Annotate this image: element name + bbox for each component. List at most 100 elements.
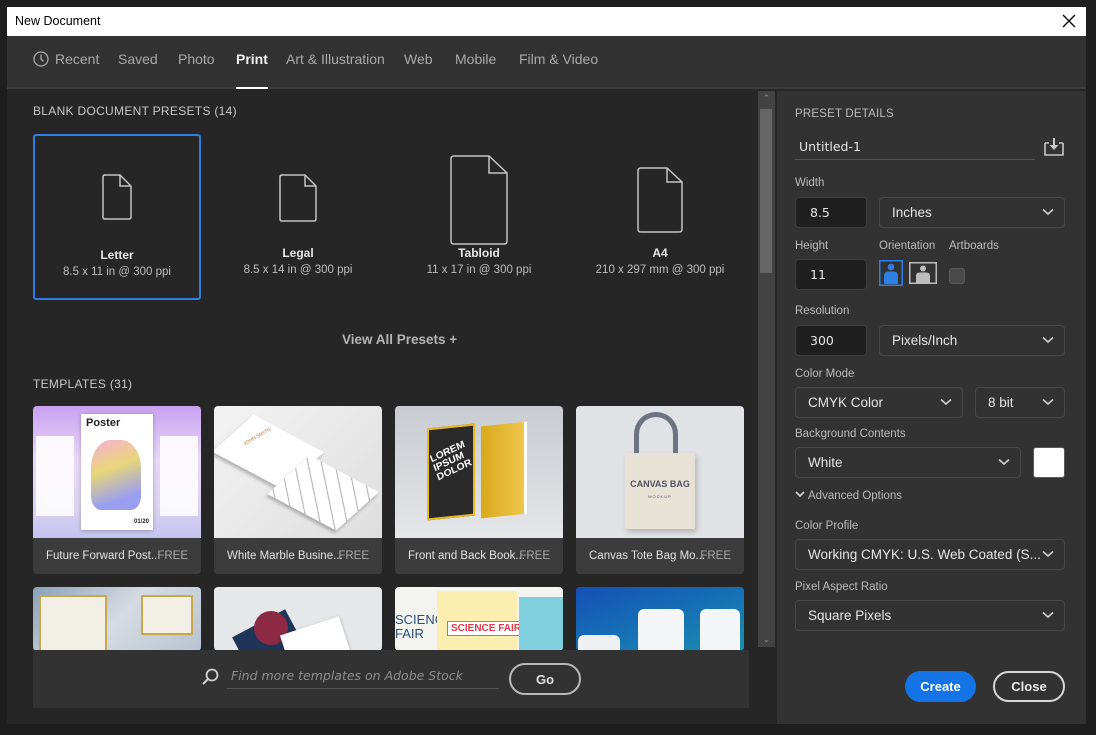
presets-pane: BLANK DOCUMENT PRESETS (14) Letter 8.5 x… [7,91,777,724]
close-window-icon[interactable] [1060,12,1078,30]
background-color-swatch[interactable] [1033,447,1065,478]
advanced-options-label: Advanced Options [808,490,902,502]
template-name: Front and Back Book... [408,550,525,562]
document-icon [637,167,683,233]
scroll-up-icon[interactable]: ⌃ [758,93,775,104]
tab-label: Film & Video [519,51,599,67]
background-contents-select[interactable]: White [795,447,1021,478]
template-thumbnail [214,587,382,651]
tab-label: Art & Illustration [286,51,385,67]
template-price: FREE [338,550,369,562]
advanced-options-toggle[interactable]: Advanced Options [795,490,902,502]
view-all-presets-link[interactable]: View All Presets + [342,332,457,347]
width-unit-select[interactable]: Inches [879,197,1065,228]
thumb-subtitle: MOCKUP [648,494,672,499]
tab-art-illustration[interactable]: Art & Illustration [286,51,385,67]
template-price: FREE [700,550,731,562]
go-button[interactable]: Go [509,663,581,695]
portrait-orientation-button[interactable] [879,260,903,286]
chevron-down-icon [1042,336,1054,344]
width-label: Width [795,177,825,189]
save-preset-icon[interactable] [1043,137,1065,157]
template-card[interactable] [33,587,201,651]
template-thumbnail: JOHN SMITH [214,406,382,538]
resolution-input[interactable] [795,325,867,356]
thumb-title: SCIENCE FAIR [447,621,526,636]
select-value: 8 bit [988,395,1014,410]
pixel-aspect-ratio-label: Pixel Aspect Ratio [795,581,888,593]
presets-count: (14) [214,104,237,118]
presets-heading-text: BLANK DOCUMENT PRESETS [33,104,211,118]
landscape-orientation-button[interactable] [909,262,937,284]
chevron-down-icon [1042,611,1054,619]
tab-label: Web [404,51,433,67]
document-icon [279,174,317,222]
scrollbar-thumb[interactable] [760,109,772,273]
preset-letter[interactable]: Letter 8.5 x 11 in @ 300 ppi [33,134,201,300]
template-footer: Canvas Tote Bag Mo... FREE [576,538,744,574]
pixel-aspect-ratio-select[interactable]: Square Pixels [795,600,1065,631]
template-card[interactable]: SCIENC FAIR SCIENCE FAIR [395,587,563,651]
select-value: Square Pixels [808,608,892,623]
chevron-down-icon [795,491,805,498]
color-profile-select[interactable]: Working CMYK: U.S. Web Coated (S... [795,539,1065,570]
preset-desc: 8.5 x 14 in @ 300 ppi [243,264,353,276]
select-value: Inches [892,205,932,220]
scroll-down-icon[interactable]: ⌄ [758,634,775,645]
width-input[interactable] [795,197,867,228]
thumb-title: Poster [86,417,121,429]
create-button[interactable]: Create [905,671,976,702]
template-card[interactable]: Poster 01/20 Future Forward Post... FREE [33,406,201,574]
template-card[interactable] [576,587,744,651]
document-icon [450,155,508,245]
template-thumbnail: LOREM IPSUM DOLOR [395,406,563,538]
preset-legal[interactable]: Legal 8.5 x 14 in @ 300 ppi [214,134,382,300]
tab-print[interactable]: Print [236,51,268,89]
select-value: CMYK Color [808,395,884,410]
tab-label: Photo [178,51,215,67]
color-mode-select[interactable]: CMYK Color [795,387,963,418]
bit-depth-select[interactable]: 8 bit [975,387,1065,418]
template-card[interactable]: CANVAS BAG MOCKUP Canvas Tote Bag Mo... … [576,406,744,574]
preset-name: A4 [652,246,668,260]
thumb-title: LOREM IPSUM DOLOR [428,439,474,484]
template-name: Future Forward Post... [46,550,161,562]
presets-scrollbar[interactable]: ⌃ ⌄ [758,91,775,647]
tab-film-video[interactable]: Film & Video [519,51,598,67]
chevron-down-icon [1042,550,1054,558]
template-thumbnail [33,587,201,651]
tab-web[interactable]: Web [404,51,433,67]
templates-heading: TEMPLATES (31) [33,377,132,391]
preset-a4[interactable]: A4 210 x 297 mm @ 300 ppi [576,134,744,300]
color-mode-label: Color Mode [795,368,855,380]
chevron-down-icon [1042,398,1054,406]
preset-details-heading: PRESET DETAILS [795,108,894,120]
preset-tabloid[interactable]: Tabloid 11 x 17 in @ 300 ppi [395,134,563,300]
tab-label: Mobile [455,51,497,67]
tab-mobile[interactable]: Mobile [455,51,496,67]
template-card[interactable]: JOHN SMITH White Marble Busine... FREE [214,406,382,574]
document-name-input[interactable] [795,133,1035,160]
template-thumbnail: SCIENC FAIR SCIENCE FAIR [395,587,563,651]
preset-name: Legal [282,246,314,260]
stock-search-input[interactable] [227,663,499,689]
preset-desc: 210 x 297 mm @ 300 ppi [595,264,725,276]
artboards-checkbox[interactable] [949,268,965,284]
template-card[interactable]: LOREM IPSUM DOLOR Front and Back Book...… [395,406,563,574]
template-price: FREE [519,550,550,562]
tab-photo[interactable]: Photo [178,51,215,67]
close-button[interactable]: Close [993,671,1065,702]
template-price: FREE [157,550,188,562]
resolution-unit-select[interactable]: Pixels/Inch [879,325,1065,356]
tab-recent[interactable]: Recent [33,51,99,67]
tab-label: Saved [118,51,158,67]
template-footer: Future Forward Post... FREE [33,538,201,574]
tab-saved[interactable]: Saved [118,51,158,67]
select-value: Working CMYK: U.S. Web Coated (S... [808,547,1041,562]
thumb-date: 01/20 [133,519,149,525]
height-input[interactable] [795,259,867,290]
template-card[interactable] [214,587,382,651]
thumb-title: CANVAS BAG [630,479,690,489]
height-label: Height [795,240,829,252]
template-thumbnail: Poster 01/20 [33,406,201,538]
